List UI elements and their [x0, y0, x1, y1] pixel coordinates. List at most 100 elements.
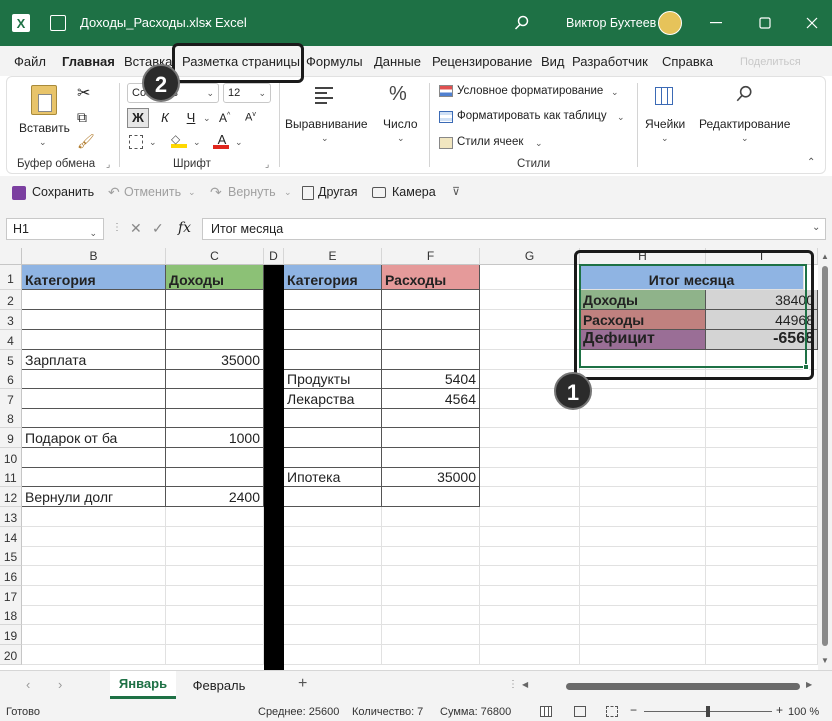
cell-c7[interactable]	[166, 389, 264, 409]
row-header-2[interactable]: 2	[0, 290, 22, 310]
row-header-16[interactable]: 16	[0, 566, 22, 586]
zoom-slider[interactable]	[644, 706, 772, 717]
font-color-chevron-icon[interactable]: ⌄	[235, 137, 243, 148]
row-header-17[interactable]: 17	[0, 586, 22, 606]
cell-g20[interactable]	[480, 645, 580, 665]
cell-c13[interactable]	[166, 507, 264, 527]
fill-color-icon[interactable]: ◇	[171, 132, 189, 152]
cell-f2[interactable]	[382, 290, 480, 310]
insert-function-button[interactable]: fx	[178, 220, 191, 236]
cell-h15[interactable]	[580, 546, 706, 566]
cell-f9[interactable]	[382, 428, 480, 448]
cell-e8[interactable]	[284, 408, 382, 428]
cell-e2[interactable]	[284, 290, 382, 310]
cell-i12[interactable]	[706, 487, 818, 507]
tab-help[interactable]: Справка	[662, 46, 713, 76]
fill-color-chevron-icon[interactable]: ⌄	[193, 137, 201, 148]
cell-f6[interactable]: 5404	[382, 369, 480, 389]
row-header-13[interactable]: 13	[0, 507, 22, 527]
format-table-button[interactable]: Форматировать как таблицу	[457, 110, 607, 122]
format-table-icon[interactable]	[439, 111, 453, 123]
cell-e14[interactable]	[284, 527, 382, 547]
cell-c9[interactable]: 1000	[166, 428, 264, 448]
cell-b3[interactable]	[22, 310, 166, 330]
borders-icon[interactable]	[129, 135, 143, 149]
alignment-icon[interactable]	[315, 87, 333, 104]
cell-c5[interactable]: 35000	[166, 350, 264, 370]
save-icon[interactable]	[50, 15, 66, 31]
cell-g16[interactable]	[480, 566, 580, 586]
editing-chevron-icon[interactable]: ⌄	[741, 133, 749, 144]
cell-b17[interactable]	[22, 586, 166, 606]
zoom-in-icon[interactable]: +	[776, 703, 783, 717]
cell-h17[interactable]	[580, 586, 706, 606]
scroll-down-icon[interactable]: ▼	[821, 656, 829, 665]
tab-view[interactable]: Вид	[541, 46, 565, 76]
paste-icon[interactable]	[31, 85, 57, 115]
cell-g4[interactable]	[480, 330, 580, 350]
cell-c16[interactable]	[166, 566, 264, 586]
row-header-18[interactable]: 18	[0, 605, 22, 625]
hscroll-right-icon[interactable]: ▶	[806, 680, 812, 689]
row-header-7[interactable]: 7	[0, 389, 22, 409]
cell-f8[interactable]	[382, 408, 480, 428]
cell-f16[interactable]	[382, 566, 480, 586]
maximize-icon[interactable]	[755, 15, 775, 31]
close-icon[interactable]	[802, 15, 822, 31]
row-header-10[interactable]: 10	[0, 448, 22, 468]
cell-f12[interactable]	[382, 487, 480, 507]
cell-e17[interactable]	[284, 586, 382, 606]
cell-g3[interactable]	[480, 310, 580, 330]
tab-review[interactable]: Рецензирование	[432, 46, 532, 76]
cell-e1[interactable]: Категория	[284, 265, 382, 290]
cell-g17[interactable]	[480, 586, 580, 606]
customize-qat-chevron-icon[interactable]: ⊽	[452, 176, 460, 208]
cell-e20[interactable]	[284, 645, 382, 665]
cell-i15[interactable]	[706, 546, 818, 566]
tab-file[interactable]: Файл	[14, 46, 46, 76]
cut-icon[interactable]: ✂	[77, 83, 90, 103]
cell-b13[interactable]	[22, 507, 166, 527]
cell-h11[interactable]	[580, 467, 706, 487]
cell-h10[interactable]	[580, 448, 706, 468]
sheet-tab-january[interactable]: Январь	[110, 671, 176, 699]
percent-icon[interactable]: %	[389, 83, 407, 106]
cell-i20[interactable]	[706, 645, 818, 665]
cell-e7[interactable]: Лекарства	[284, 389, 382, 409]
cell-e6[interactable]: Продукты	[284, 369, 382, 389]
row-header-5[interactable]: 5	[0, 350, 22, 370]
increase-font-icon[interactable]: A^	[219, 111, 230, 125]
cell-e5[interactable]	[284, 350, 382, 370]
sheet-tab-february[interactable]: Февраль	[184, 671, 254, 699]
more-dots-icon[interactable]: ⋮	[112, 222, 122, 233]
cell-c1[interactable]: Доходы	[166, 265, 264, 290]
chevron-down-icon[interactable]: ⌄	[535, 138, 543, 149]
cell-g1[interactable]	[480, 265, 580, 290]
select-all-corner[interactable]	[0, 248, 22, 265]
row-header-4[interactable]: 4	[0, 330, 22, 350]
zoom-out-icon[interactable]: −	[630, 703, 637, 717]
font-launcher-icon[interactable]: ⌟	[265, 159, 269, 170]
italic-button[interactable]: К	[155, 108, 175, 128]
chevron-down-icon[interactable]: ⌄	[617, 112, 625, 123]
cell-h20[interactable]	[580, 645, 706, 665]
row-header-12[interactable]: 12	[0, 487, 22, 507]
cell-b11[interactable]	[22, 467, 166, 487]
qat-redo-button[interactable]: Вернуть	[228, 176, 276, 208]
cell-h9[interactable]	[580, 428, 706, 448]
cell-i7[interactable]	[706, 389, 818, 409]
cell-e9[interactable]	[284, 428, 382, 448]
conditional-format-button[interactable]: Условное форматирование	[457, 85, 603, 97]
cell-c15[interactable]	[166, 546, 264, 566]
cell-g8[interactable]	[480, 408, 580, 428]
redo-chevron-icon[interactable]: ⌄	[284, 176, 292, 208]
column-header-g[interactable]: G	[480, 248, 580, 265]
cell-g14[interactable]	[480, 527, 580, 547]
hscroll-left-icon[interactable]: ◀	[522, 680, 528, 689]
chevron-down-icon[interactable]: ⌄	[611, 87, 619, 98]
column-header-c[interactable]: C	[166, 248, 264, 265]
row-header-19[interactable]: 19	[0, 625, 22, 645]
cell-i11[interactable]	[706, 467, 818, 487]
qat-save-icon[interactable]	[12, 186, 26, 200]
cell-i17[interactable]	[706, 586, 818, 606]
